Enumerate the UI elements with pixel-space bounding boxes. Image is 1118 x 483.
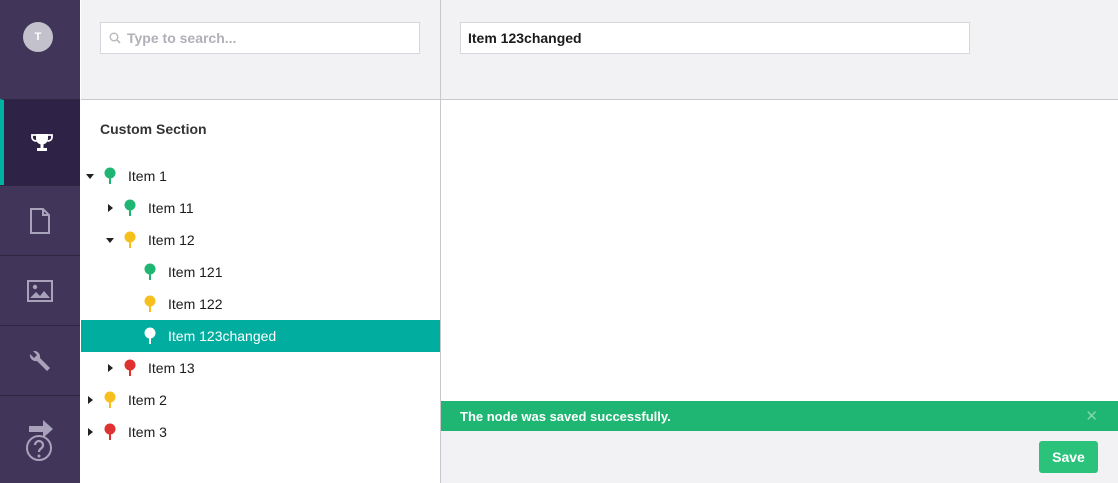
tree-node-icon [124, 231, 136, 248]
caret-spacer [125, 331, 135, 341]
tree-header [81, 0, 440, 100]
wrench-icon [29, 350, 50, 371]
caret-down-icon[interactable] [105, 235, 115, 245]
tree-item[interactable]: Item 2 [81, 384, 440, 416]
tree-item-label: Item 121 [168, 264, 223, 280]
nav-item-media[interactable] [0, 255, 80, 325]
save-button[interactable]: Save [1039, 441, 1098, 473]
document-icon [30, 207, 50, 234]
tree-item-label: Item 13 [148, 360, 195, 376]
tree-item[interactable]: Item 3 [81, 416, 440, 448]
search-icon [109, 32, 121, 44]
tree-item-label: Item 122 [168, 296, 223, 312]
tree-node-icon [144, 327, 156, 344]
editor-body [441, 101, 1118, 401]
tree-item-label: Item 1 [128, 168, 167, 184]
success-notification: The node was saved successfully. ✕ [441, 401, 1118, 431]
tree-node-icon [144, 263, 156, 280]
section-title: Custom Section [100, 121, 207, 137]
caret-right-icon[interactable] [85, 395, 95, 405]
tree-item-label: Item 12 [148, 232, 195, 248]
nav-item-trophy[interactable] [0, 99, 80, 185]
caret-right-icon[interactable] [105, 363, 115, 373]
search-input[interactable] [127, 30, 407, 46]
tree-node-icon [124, 199, 136, 216]
caret-spacer [125, 267, 135, 277]
node-name-input[interactable] [460, 22, 970, 54]
user-area: T [0, 0, 80, 99]
tree-item[interactable]: Item 13 [81, 352, 440, 384]
tree-node-icon [104, 391, 116, 408]
tree-item[interactable]: Item 12 [81, 224, 440, 256]
tree-item-label: Item 11 [148, 200, 194, 216]
image-icon [27, 279, 53, 302]
tree-item[interactable]: Item 123changed [81, 320, 440, 352]
tree-item-label: Item 2 [128, 392, 167, 408]
nav-item-settings[interactable] [0, 325, 80, 395]
trophy-icon [31, 133, 53, 151]
main-nav-rail: T [0, 0, 80, 483]
caret-spacer [125, 299, 135, 309]
tree-item[interactable]: Item 122 [81, 288, 440, 320]
nav-item-help[interactable] [0, 395, 80, 483]
tree-item-label: Item 3 [128, 424, 167, 440]
tree-item[interactable]: Item 11 [81, 192, 440, 224]
notification-text: The node was saved successfully. [460, 408, 671, 424]
tree-node-icon [144, 295, 156, 312]
caret-right-icon[interactable] [85, 427, 95, 437]
tree-item[interactable]: Item 121 [81, 256, 440, 288]
tree-node-icon [104, 423, 116, 440]
tree-item[interactable]: Item 1 [81, 160, 440, 192]
tree-pane: Custom Section Item 1 Item 11 Item 12 Item … [81, 0, 440, 483]
tree-node-icon [124, 359, 136, 376]
caret-down-icon[interactable] [85, 171, 95, 181]
editor-header [441, 0, 1118, 100]
caret-right-icon[interactable] [105, 203, 115, 213]
avatar[interactable]: T [23, 22, 53, 52]
close-icon[interactable]: ✕ [1085, 407, 1098, 425]
search-box[interactable] [100, 22, 420, 54]
editor-footer: Save [441, 431, 1118, 483]
tree-node-icon [104, 167, 116, 184]
help-icon [26, 419, 53, 461]
tree-item-label: Item 123changed [168, 328, 277, 344]
nav-item-content[interactable] [0, 185, 80, 255]
